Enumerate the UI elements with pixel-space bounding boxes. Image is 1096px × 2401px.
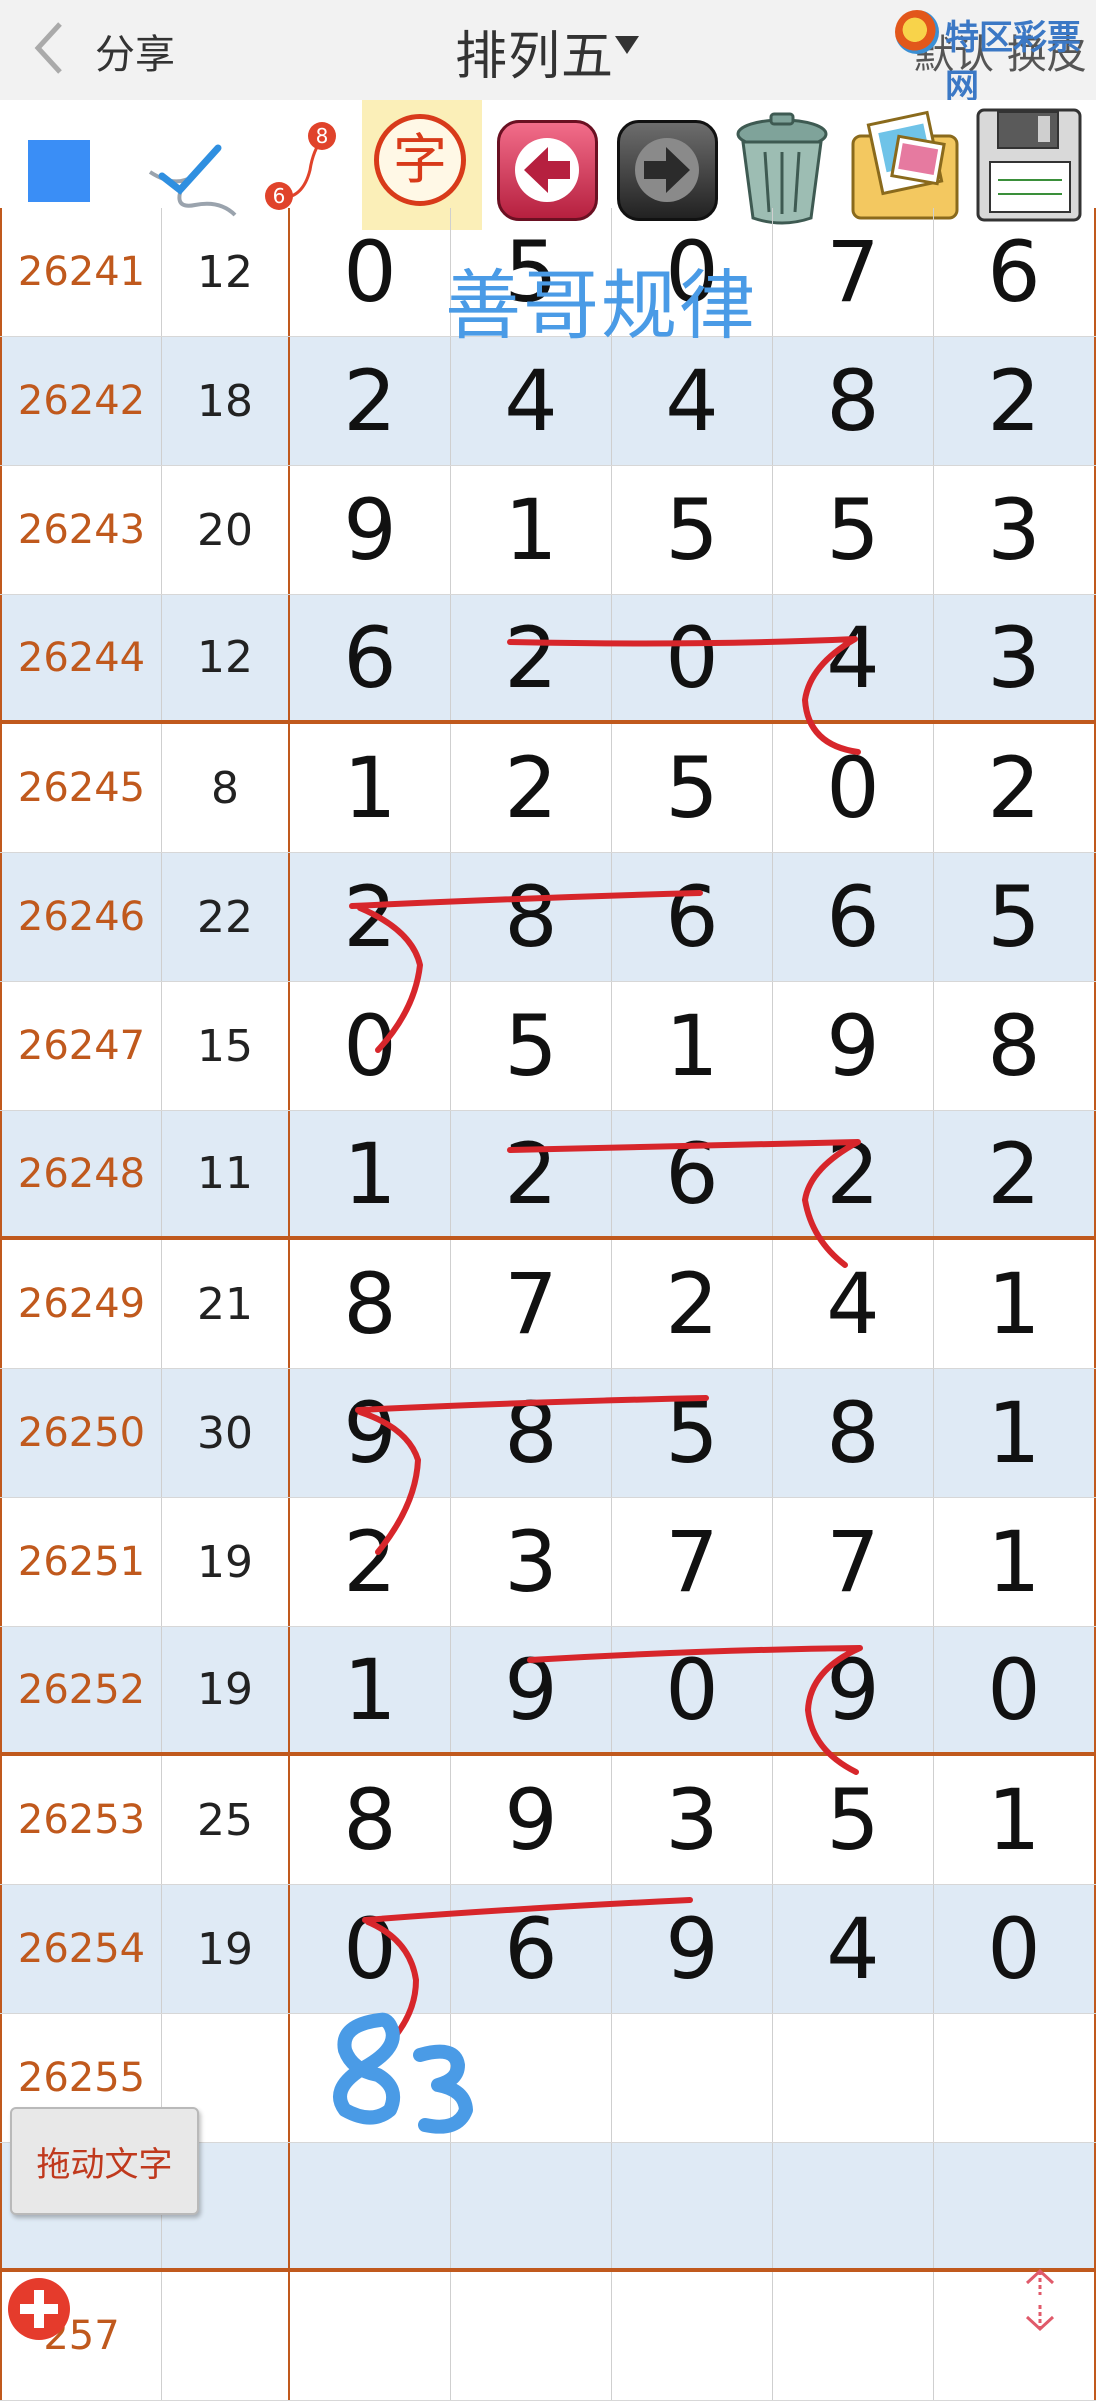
red-stroke-1 (507, 636, 861, 755)
red-stroke-5 (527, 1645, 863, 1775)
red-stroke-4 (355, 1395, 709, 1555)
red-stroke-2 (349, 890, 703, 1053)
add-icon[interactable] (8, 2278, 70, 2340)
handwritten-83 (333, 2012, 473, 2134)
hand-drawn-annotations (333, 636, 863, 2134)
drag-text-button[interactable]: 拖动文字 (10, 2107, 199, 2215)
red-stroke-6 (362, 1897, 693, 2043)
red-stroke-3 (507, 1139, 861, 1268)
scroll-updown-icon[interactable] (1015, 2265, 1065, 2335)
